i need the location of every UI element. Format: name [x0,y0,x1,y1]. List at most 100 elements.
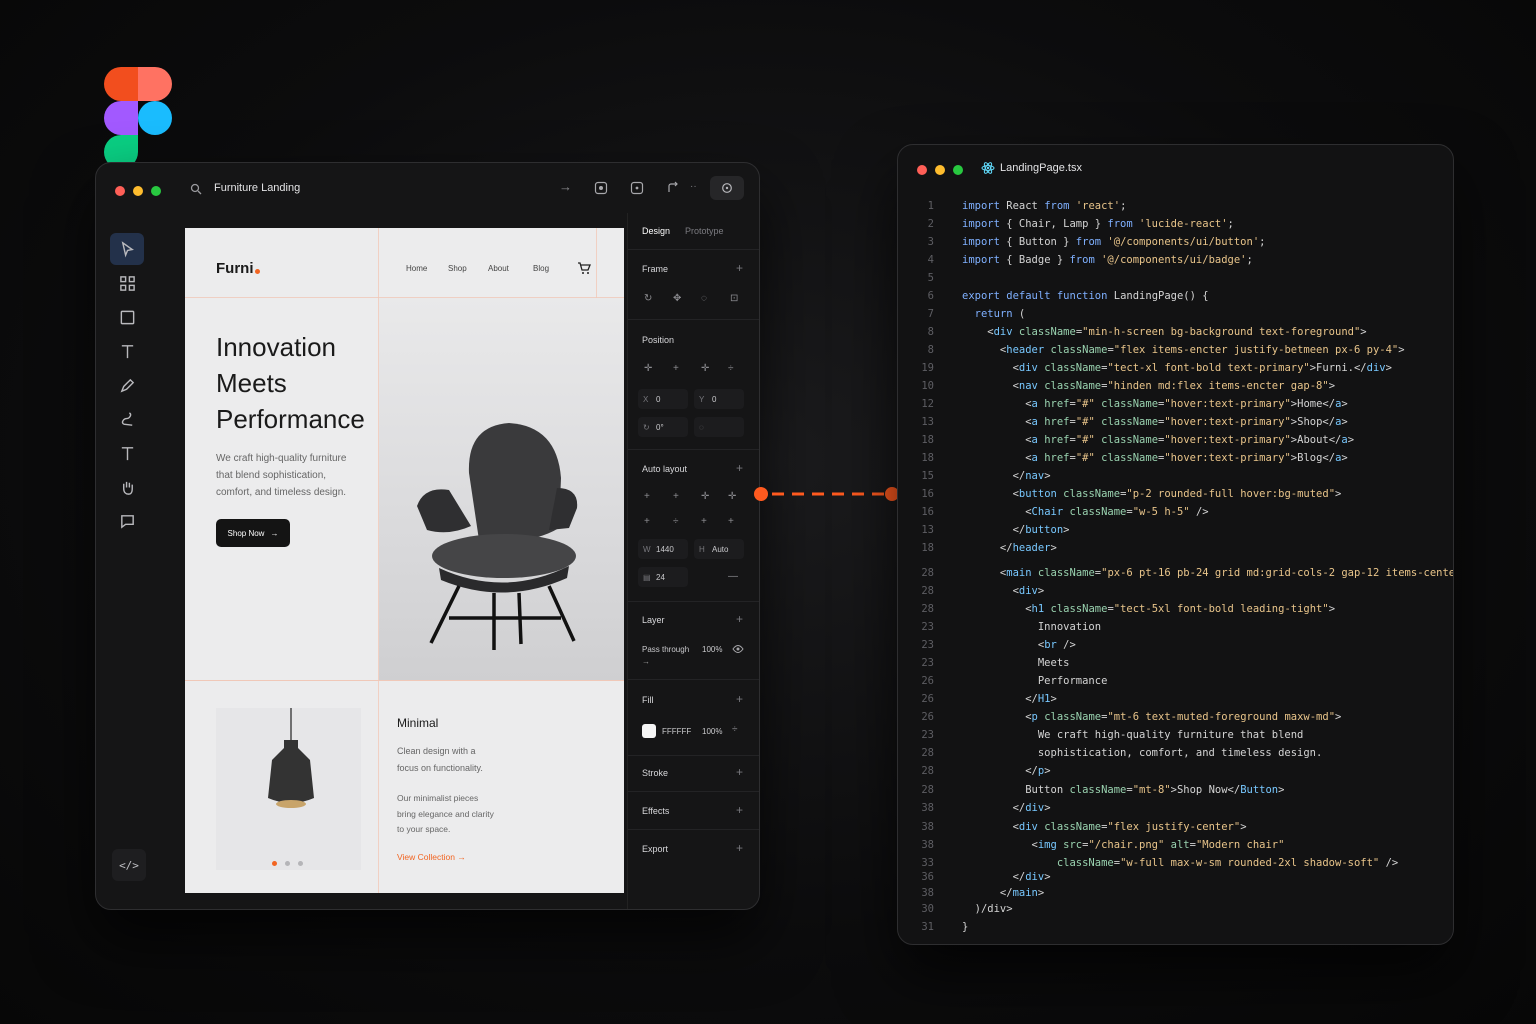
type-tool[interactable] [110,437,144,469]
arrow-icon[interactable]: → [559,179,572,194]
layer-section-title: Layer [642,615,665,625]
line-number: 38 [921,839,934,851]
fill-add-icon[interactable]: + [736,692,743,706]
line-number: 23 [921,621,934,633]
code-text: <a href="#" className="hover:text-primar… [962,434,1355,446]
line-number: 6 [927,290,934,302]
brand-logo[interactable]: Furni [216,260,254,277]
frame-fit-icon[interactable]: ⊡ [730,293,738,304]
text-tool[interactable] [110,335,144,367]
padding-icon[interactable]: — [728,571,738,582]
move-icon[interactable]: ✥ [673,293,681,304]
present-icon[interactable] [666,181,680,195]
align-top-icon[interactable]: + [644,516,650,527]
layer-add-icon[interactable]: + [736,612,743,626]
file-tab[interactable]: LandingPage.tsx [1000,162,1082,174]
line-number: 8 [927,344,934,356]
pen-icon [120,378,134,392]
frame-icon[interactable] [630,181,644,195]
align-bottom-icon[interactable]: + [701,516,707,527]
shop-now-button[interactable]: Shop Now → [216,519,290,547]
comment-tool[interactable] [110,505,144,537]
code-text: </div> [962,871,1051,883]
layout-wrap-icon[interactable]: ✛ [701,491,709,502]
y-field[interactable]: Y0 [694,389,744,409]
dev-mode-button[interactable]: </> [112,849,146,881]
line-number: 16 [921,506,934,518]
frame-tool[interactable] [110,267,144,299]
align-middle-icon[interactable]: ÷ [673,516,679,527]
search-icon[interactable] [190,183,202,195]
carousel-pager[interactable] [272,853,303,871]
move-tool[interactable] [110,233,144,265]
layout-vertical-icon[interactable]: + [644,491,650,502]
pencil-tool[interactable] [110,403,144,435]
rotation-field[interactable]: ↻ 0° [638,417,688,437]
stroke-add-icon[interactable]: + [736,765,743,779]
design-titlebar: Furniture Landing → ·· [96,163,759,213]
line-number: 15 [921,470,934,482]
fill-opacity[interactable]: 100% [702,727,722,736]
effects-add-icon[interactable]: + [736,803,743,817]
circle-icon[interactable]: ◌ [701,293,707,304]
line-number: 19 [921,362,934,374]
nav-shop[interactable]: Shop [448,264,467,273]
fill-remove-icon[interactable]: ÷ [732,724,738,735]
hero-body: We craft high-quality furniture that ble… [216,453,347,498]
card-title: Minimal [397,716,439,730]
react-icon [981,162,995,174]
width-field[interactable]: W 1440 [638,539,688,559]
line-number: 28 [921,784,934,796]
corner-field[interactable]: ◌ [694,417,744,437]
blend-mode[interactable]: Pass through [642,645,689,654]
align-center-icon[interactable]: + [673,363,679,374]
align-stretch-icon[interactable]: + [728,516,734,527]
share-button[interactable] [710,176,744,200]
distribute-icon[interactable]: ÷ [728,363,734,374]
layer-opacity[interactable]: 100% [702,645,722,654]
tab-prototype[interactable]: Prototype [685,226,724,236]
chair-image [379,298,624,680]
line-number: 26 [921,693,934,705]
nav-about[interactable]: About [488,264,509,273]
line-number: 28 [921,603,934,615]
eye-icon[interactable] [732,644,744,654]
fill-hex[interactable]: FFFFFF [662,727,691,736]
code-text: <a href="#" className="hover:text-primar… [962,398,1348,410]
code-text: <nav className="hinden md:flex items-enc… [962,380,1336,392]
x-field[interactable]: X0 [638,389,688,409]
view-collection-link[interactable]: View Collection → [397,852,466,862]
code-text: Performance [962,675,1108,687]
hand-tool[interactable] [110,471,144,503]
design-canvas[interactable]: Furni Home Shop About Blog Innovation Me… [185,228,624,893]
auto-layout-add-icon[interactable]: + [736,461,743,475]
export-add-icon[interactable]: + [736,841,743,855]
window-controls[interactable] [917,162,971,180]
code-editor-window: LandingPage.tsx 1 import React from 'reac… [897,144,1454,945]
cart-icon[interactable] [577,261,591,275]
align-left-icon[interactable]: ✛ [644,363,652,374]
more-icon[interactable]: ·· [690,181,697,192]
layout-horizontal-icon[interactable]: + [673,491,679,502]
effects-section-title: Effects [642,806,670,816]
align-right-icon[interactable]: ✛ [701,363,709,374]
gap-field[interactable]: ▤ 24 [638,567,688,587]
nav-blog[interactable]: Blog [533,264,549,273]
rotate-icon[interactable]: ↻ [644,293,652,304]
code-area[interactable]: 1 import React from 'react'; 2 import { Cha… [898,190,1453,940]
frame-add-icon[interactable]: + [736,261,743,275]
height-field[interactable]: H Auto [694,539,744,559]
code-text: className="w-full max-w-sm rounded-2xl s… [1056,857,1399,869]
code-text: <p className="mt-6 text-muted-foreground… [962,711,1342,723]
pen-tool[interactable] [110,369,144,401]
tab-design[interactable]: Design [642,226,670,236]
window-controls[interactable] [115,183,169,201]
layout-grid-icon[interactable]: ✛ [728,491,736,502]
fill-swatch[interactable] [642,724,656,738]
component-icon[interactable] [594,181,608,195]
nav-home[interactable]: Home [406,264,427,273]
code-text: <a href="#" className="hover:text-primar… [962,416,1348,428]
rectangle-tool[interactable] [110,301,144,333]
code-text: )/div> [962,903,1013,915]
pointer-icon [121,240,134,258]
